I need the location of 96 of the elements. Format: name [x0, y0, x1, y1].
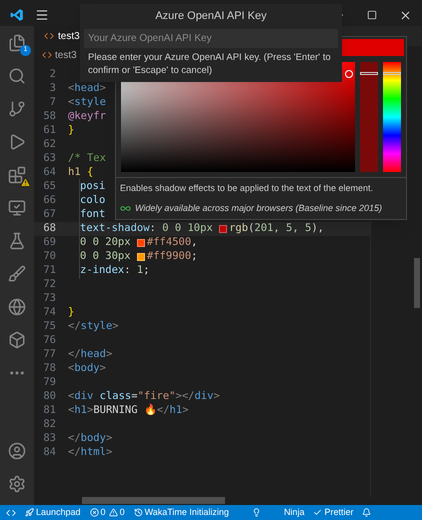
- line-number: 74: [42, 305, 57, 320]
- code-line: 0 0 20px #ff4500,: [79, 235, 198, 251]
- logo-icon: [10, 8, 24, 22]
- prettier-status[interactable]: Prettier: [313, 506, 354, 520]
- blocks-icon[interactable]: [8, 166, 26, 184]
- line-number: 69: [42, 235, 57, 250]
- code-line: <body>: [68, 361, 106, 376]
- api-key-field[interactable]: Your Azure OpenAI API Key: [84, 28, 338, 48]
- color-swatch[interactable]: [136, 239, 145, 247]
- clock-icon: [134, 508, 143, 517]
- line-number: 76: [42, 333, 57, 348]
- line-number: 63: [42, 151, 57, 166]
- hover-description: Enables shadow effects to be applied to the text of the element.: [120, 182, 374, 195]
- settings-icon[interactable]: [8, 475, 26, 493]
- code-line: </head>: [68, 347, 112, 362]
- opacity-handle[interactable]: [360, 72, 378, 75]
- ninja-status[interactable]: Ninja: [284, 506, 304, 520]
- line-number: 79: [42, 375, 57, 390]
- branch-icon[interactable]: [8, 100, 26, 118]
- flask-icon[interactable]: [8, 232, 26, 250]
- launchpad-status[interactable]: Launchpad: [25, 506, 81, 520]
- line-number: 64: [42, 165, 57, 180]
- code-line: z-index: 1;: [79, 263, 150, 279]
- warnings-status[interactable]: 0: [108, 506, 125, 520]
- rocket-icon: [25, 508, 34, 517]
- error-icon: [90, 508, 99, 517]
- code-line: h1 {: [68, 165, 94, 180]
- code-line: colo: [79, 193, 106, 209]
- remote-icon[interactable]: [6, 508, 16, 518]
- hue-handle[interactable]: [383, 72, 402, 75]
- code-line: text-shadow: 0 0 10px rgb(201, 5, 5),: [79, 221, 324, 237]
- line-number: 65: [42, 179, 57, 194]
- search-icon[interactable]: [8, 67, 26, 85]
- line-number: 75: [42, 319, 57, 334]
- errors-status[interactable]: 0: [90, 506, 106, 520]
- line-number: 77: [42, 347, 57, 362]
- saturation-handle[interactable]: [345, 70, 354, 78]
- account-icon[interactable]: [8, 442, 26, 460]
- code-line: @keyfr: [68, 109, 106, 124]
- editor-tab[interactable]: test3: [34, 26, 81, 46]
- line-number: 72: [42, 277, 57, 292]
- menu-icon[interactable]: [35, 8, 49, 22]
- line-number: 62: [42, 137, 57, 152]
- code-line: </style>: [68, 319, 119, 334]
- code-icon: [44, 31, 54, 41]
- line-number: 82: [42, 417, 57, 432]
- warning-icon: [108, 508, 118, 517]
- maximize-icon[interactable]: [367, 10, 377, 20]
- color-preview[interactable]: [342, 39, 404, 56]
- bell-icon[interactable]: [362, 508, 372, 517]
- line-number: 83: [42, 431, 57, 446]
- globe-icon[interactable]: [8, 298, 26, 316]
- check-icon: [313, 508, 322, 517]
- line-number: 71: [42, 263, 57, 278]
- line-number: 67: [42, 207, 57, 222]
- color-swatch[interactable]: [219, 225, 228, 233]
- cube-icon[interactable]: [8, 331, 26, 349]
- line-number: 73: [42, 291, 57, 306]
- breadcrumb-item[interactable]: test3: [55, 48, 77, 62]
- code-line: <h1>BURNING 🔥</h1>: [68, 403, 189, 418]
- code-line: <div class="fire"></div>: [68, 389, 220, 404]
- hue-strip[interactable]: [383, 62, 402, 172]
- code-line: </html>: [68, 445, 112, 460]
- scrollbar-thumb[interactable]: [414, 258, 420, 308]
- code-line: posi: [79, 179, 106, 195]
- line-number: 2: [48, 67, 57, 82]
- monitor-icon[interactable]: [8, 199, 26, 217]
- code-line: <style: [68, 95, 106, 110]
- quick-input-message: Please enter your Azure OpenAI API key. (Press 'Enter' to confirm or 'Escape' to cancel): [87, 50, 332, 76]
- line-number: 84: [42, 445, 57, 460]
- close-icon[interactable]: [399, 8, 412, 22]
- baseline-note: Widely available across major browsers (Baseline since 2015): [135, 202, 382, 215]
- wakatime-status[interactable]: WakaTime Initializing: [134, 506, 229, 520]
- code-line: }: [68, 123, 74, 138]
- line-number: 70: [42, 249, 57, 264]
- line-number: 81: [42, 403, 57, 418]
- code-line: /* Tex: [68, 151, 106, 166]
- code-icon: [42, 50, 52, 60]
- color-swatch[interactable]: [136, 253, 145, 261]
- code-line: <head>: [68, 81, 106, 96]
- line-number: 68: [42, 221, 57, 236]
- code-line: }: [68, 305, 74, 320]
- line-number: 78: [42, 361, 57, 376]
- code-line: 0 0 30px #ff9900;: [79, 249, 198, 265]
- play-icon[interactable]: [8, 133, 26, 151]
- line-number: 58: [42, 109, 57, 124]
- line-number: 61: [42, 123, 57, 138]
- line-number: 3: [48, 81, 57, 96]
- brush-icon[interactable]: [8, 265, 26, 283]
- line-number: 80: [42, 389, 57, 404]
- code-line: </body>: [68, 431, 112, 446]
- line-number: 66: [42, 193, 57, 208]
- line-number: 7: [48, 95, 57, 110]
- lightbulb-icon[interactable]: [252, 508, 261, 517]
- files-icon[interactable]: [8, 34, 26, 52]
- quick-input-title: Azure OpenAI API Key: [154, 9, 268, 24]
